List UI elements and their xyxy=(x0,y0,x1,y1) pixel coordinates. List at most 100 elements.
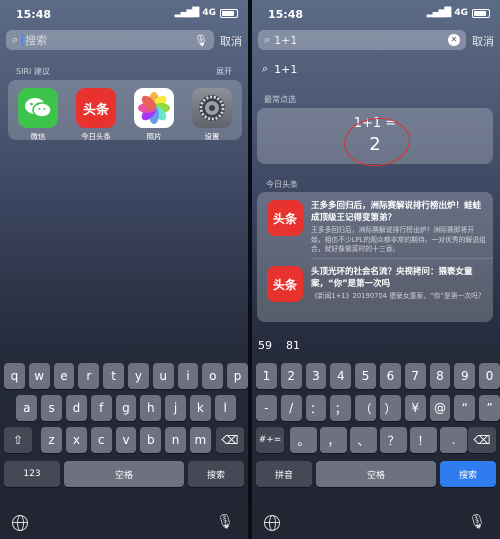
keyboard-key[interactable]: k xyxy=(190,395,211,421)
keyboard-key[interactable]: 搜索 xyxy=(440,461,496,487)
keyboard-key[interactable]: ， xyxy=(320,427,347,453)
keyboard-key[interactable]: #+= xyxy=(256,427,284,453)
keyboard-key[interactable]: m xyxy=(190,427,211,453)
search-suggestion[interactable]: ⌕ 1+1 xyxy=(262,62,297,76)
keyboard-key[interactable]: c xyxy=(90,427,112,453)
calculator-result-card[interactable]: 1+1 = 2 xyxy=(257,108,493,170)
keyboard-key[interactable]: r xyxy=(78,363,100,389)
prediction-item[interactable]: 59 xyxy=(258,339,272,352)
keyboard-key[interactable]: 3 xyxy=(305,363,327,389)
keyboard-key[interactable]: a xyxy=(16,395,38,421)
keyboard-key[interactable]: o xyxy=(202,363,224,389)
keyboard-key[interactable]: 拼音 xyxy=(256,461,312,487)
shift-key[interactable]: ⇧ xyxy=(4,427,32,453)
dictation-mic-icon[interactable]: 🎙 xyxy=(468,514,486,530)
globe-icon[interactable] xyxy=(264,515,280,531)
toutiao-icon: 头条 xyxy=(267,266,303,302)
keyboard-key[interactable]: 123 xyxy=(4,461,60,487)
keyboard-key[interactable]: i xyxy=(177,363,199,389)
prediction-item[interactable]: 81 xyxy=(286,339,300,352)
keyboard-key[interactable]: ） xyxy=(380,395,401,421)
keyboard-key[interactable]: w xyxy=(28,363,50,389)
keyboard-key[interactable]: ？ xyxy=(380,427,407,453)
news-item[interactable]: 头条 头顶光环的社会名流？央视拷问：猥亵女童案，“你”是第一次吗 《新闻1+1》… xyxy=(267,266,487,318)
news-section-label: 今日头条 xyxy=(266,180,298,189)
keyboard-key[interactable]: p xyxy=(227,363,248,389)
status-right: ▂▄▆█ 4G xyxy=(427,8,490,18)
cancel-button[interactable]: 取消 xyxy=(472,33,494,49)
app-wechat[interactable]: 微信 xyxy=(14,88,62,142)
delete-key[interactable]: ⌫ xyxy=(216,427,244,453)
keyboard-key[interactable]: q xyxy=(4,363,25,389)
delete-key[interactable]: ⌫ xyxy=(468,427,496,453)
wechat-icon xyxy=(18,88,58,128)
keyboard-key[interactable]: f xyxy=(90,395,112,421)
keyboard-key[interactable]: ¥ xyxy=(404,395,426,421)
search-icon: ⌕ xyxy=(262,62,269,75)
keyboard-key[interactable]: 0 xyxy=(479,363,500,389)
keyboard-key[interactable]: t xyxy=(103,363,124,389)
keyboard-key[interactable]: “ xyxy=(454,395,476,421)
keyboard-key[interactable]: 空格 xyxy=(316,461,436,487)
keyboard-key[interactable]: ！ xyxy=(410,427,437,453)
keyboard-key[interactable]: 2 xyxy=(280,363,302,389)
keyboard-key[interactable]: 搜索 xyxy=(188,461,244,487)
keyboard-key[interactable]: l xyxy=(214,395,236,421)
keyboard-key[interactable]: e xyxy=(53,363,75,389)
keyboard-key[interactable]: 6 xyxy=(380,363,401,389)
keyboard-key[interactable]: 、 xyxy=(350,427,377,453)
app-toutiao[interactable]: 头条 今日头条 xyxy=(72,88,120,142)
keyboard-key[interactable]: b xyxy=(140,427,162,453)
keyboard-key[interactable]: 1 xyxy=(256,363,277,389)
news-item[interactable]: 头条 王多多回归后，洲际赛解说排行榜出炉！蛙蛙成顶级王记得变第弟？ 王多多回归后… xyxy=(267,200,487,256)
status-bar: 15:48 ▂▄▆█ 4G xyxy=(252,0,500,26)
search-input[interactable]: ⌕ 搜索 🎙 xyxy=(6,30,214,50)
keyboard-key[interactable]: y xyxy=(128,363,149,389)
search-icon: ⌕ xyxy=(264,33,271,46)
keyboard-key[interactable]: g xyxy=(115,395,137,421)
keyboard-key[interactable]: - xyxy=(256,395,277,421)
news-desc: 《新闻1+1》20190704 猥亵女童案，“你”是第一次吗？ xyxy=(311,292,485,300)
keyboard-key[interactable]: 。 xyxy=(290,427,317,453)
keyboard-key[interactable]: 4 xyxy=(330,363,352,389)
dictation-mic-icon[interactable]: 🎙 xyxy=(216,514,234,530)
keyboard-key[interactable]: h xyxy=(140,395,162,421)
keyboard-key[interactable]: @ xyxy=(429,395,451,421)
photos-icon xyxy=(134,88,174,128)
keyboard-key[interactable]: 7 xyxy=(404,363,426,389)
app-photos[interactable]: 照片 xyxy=(130,88,178,142)
keyboard-key[interactable]: 8 xyxy=(429,363,451,389)
keyboard-key[interactable]: / xyxy=(280,395,302,421)
keyboard-key[interactable]: 5 xyxy=(355,363,376,389)
keyboard-key[interactable]: d xyxy=(66,395,87,421)
keyboard-key[interactable]: v xyxy=(115,427,137,453)
keyboard-key[interactable]: 9 xyxy=(454,363,476,389)
search-value: 1+1 xyxy=(274,33,298,47)
battery-icon xyxy=(220,8,238,18)
keyboard-key[interactable]: u xyxy=(152,363,174,389)
keyboard-key[interactable]: x xyxy=(66,427,87,453)
prediction-bar: 59 81 xyxy=(258,339,300,352)
toutiao-icon: 头条 xyxy=(267,200,303,236)
keyboard-key[interactable]: ： xyxy=(305,395,327,421)
keyboard-key[interactable]: n xyxy=(165,427,186,453)
toutiao-icon: 头条 xyxy=(76,88,116,128)
keyboard-key[interactable]: . xyxy=(440,427,467,453)
keyboard-key[interactable]: ； xyxy=(330,395,352,421)
expand-button[interactable]: 展开 xyxy=(216,66,232,77)
app-settings[interactable]: 设置 xyxy=(188,88,236,142)
keyboard-key[interactable]: s xyxy=(41,395,62,421)
microphone-icon[interactable]: 🎙 xyxy=(194,34,208,47)
keyboard-key[interactable]: z xyxy=(41,427,62,453)
keyboard-key[interactable]: j xyxy=(165,395,186,421)
right-screen: 15:48 ▂▄▆█ 4G ⌕ 1+1 ✕ 取消 ⌕ 1+1 最常点选 1+1 … xyxy=(252,0,500,539)
clear-icon[interactable]: ✕ xyxy=(448,34,460,46)
keyboard-key[interactable]: ” xyxy=(479,395,500,421)
search-input[interactable]: ⌕ 1+1 ✕ xyxy=(258,30,466,50)
globe-icon[interactable] xyxy=(12,515,28,531)
network-label: 4G xyxy=(454,8,468,18)
keyboard-bottom-bar: 🎙 xyxy=(252,511,500,535)
keyboard-key[interactable]: （ xyxy=(355,395,376,421)
keyboard-key[interactable]: 空格 xyxy=(64,461,184,487)
cancel-button[interactable]: 取消 xyxy=(220,33,242,49)
